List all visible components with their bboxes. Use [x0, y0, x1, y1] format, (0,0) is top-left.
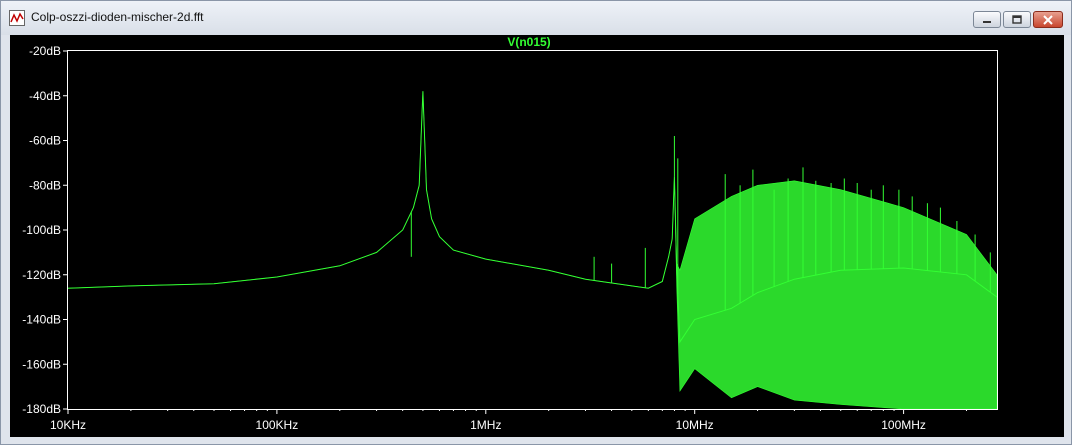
close-button[interactable]: [1033, 11, 1063, 28]
y-tick-label: -60dB: [29, 134, 61, 148]
maximize-icon: [1012, 14, 1022, 24]
y-tick-label: -100dB: [22, 223, 61, 237]
minimize-button[interactable]: [973, 11, 1001, 28]
waveform-icon: [9, 10, 25, 26]
y-tick-label: -40dB: [29, 89, 61, 103]
y-tick-label: -180dB: [22, 402, 61, 416]
y-tick-label: -120dB: [22, 268, 61, 282]
x-tick-label: 100KHz: [256, 418, 299, 432]
x-tick-label: 10MHz: [676, 418, 714, 432]
x-tick-label: 1MHz: [470, 418, 501, 432]
y-tick-label: -140dB: [22, 313, 61, 327]
y-tick-label: -160dB: [22, 357, 61, 371]
x-tick-label: 100MHz: [881, 418, 926, 432]
fft-chart[interactable]: V(n015) -20dB -40dB -60dB -80dB -100dB -120dB…: [10, 35, 1064, 437]
y-tick-label: -20dB: [29, 44, 61, 58]
maximize-button[interactable]: [1003, 11, 1031, 28]
title-bar[interactable]: Colp-oszzi-dioden-mischer-2d.fft: [1, 1, 1071, 35]
y-axis: -20dB -40dB -60dB -80dB -100dB -120dB -140dB -1…: [22, 44, 68, 416]
spectrum-layer: [67, 91, 998, 410]
minimize-icon: [983, 20, 991, 23]
y-tick-label: -80dB: [29, 178, 61, 192]
plot-area[interactable]: V(n015) -20dB -40dB -60dB -80dB -100dB -120dB…: [10, 35, 1064, 437]
trace-label[interactable]: V(n015): [507, 35, 550, 49]
x-tick-label: 10KHz: [50, 418, 86, 432]
window-title: Colp-oszzi-dioden-mischer-2d.fft: [31, 10, 204, 24]
app-window: Colp-oszzi-dioden-mischer-2d.fft V(n015)…: [0, 0, 1072, 445]
x-axis: 10KHz 100KHz 1MHz 10MHz 100MHz: [50, 409, 967, 432]
close-icon: [1043, 14, 1053, 25]
